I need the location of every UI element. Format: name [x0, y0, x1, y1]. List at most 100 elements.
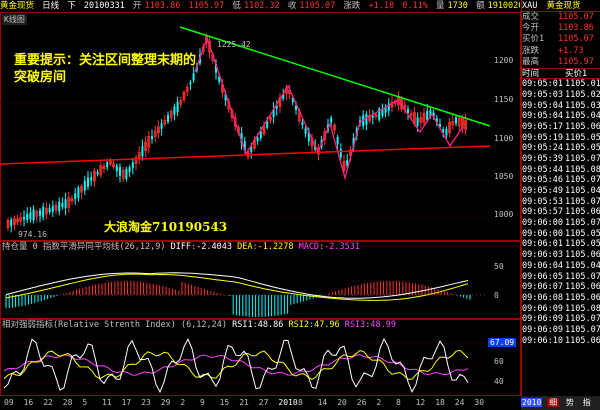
tick-col-time: 时间 — [522, 68, 540, 79]
tick-row: 09:05:19 1105.05 — [522, 133, 600, 144]
tick-price: 1105.06 — [565, 207, 600, 218]
candle-body — [131, 162, 134, 168]
tick-row: 09:06:05 1105.07 — [522, 272, 600, 283]
diff-label: DIFF — [170, 242, 192, 252]
candle-body — [330, 117, 333, 123]
tick-row: 09:06:07 1105.06 — [522, 282, 600, 293]
tick-time: 09:05:03 — [522, 89, 563, 100]
date-tick: 26 — [356, 398, 367, 407]
low-label: 低 — [232, 1, 241, 11]
macd-chart[interactable] — [0, 253, 521, 319]
tick-price: 1105.04 — [565, 260, 600, 271]
candle-body — [29, 212, 32, 220]
tick-time: 09:06:00 — [522, 228, 563, 239]
tick-time: 09:05:17 — [522, 121, 563, 132]
candle-body — [51, 206, 54, 212]
candle-body — [77, 187, 80, 199]
tick-price: 1105.07 — [565, 218, 600, 229]
date-tick: 2010 — [278, 398, 298, 407]
candle-body — [128, 167, 131, 172]
wave-pattern-line — [194, 36, 463, 181]
date-value: 20100331 — [83, 1, 125, 11]
tick-price: 1105.08 — [565, 303, 600, 314]
high-value: 1105.97 — [188, 1, 225, 11]
candle-body — [106, 161, 109, 168]
tick-row: 09:05:03 1105.02 — [522, 90, 600, 101]
peak-price-label: 1225.42 — [217, 40, 251, 49]
tick-row: 09:05:17 1105.06 — [522, 122, 600, 133]
tick-price: 1105.02 — [565, 89, 600, 100]
tick-time: 09:05:46 — [522, 175, 563, 186]
tick-time: 09:05:53 — [522, 196, 563, 207]
tick-row: 09:06:03 1105.06 — [522, 250, 600, 261]
period-label[interactable]: 日线 — [42, 1, 59, 11]
quote-row-label: 今开 — [522, 23, 540, 34]
tick-time: 09:05:19 — [522, 132, 563, 143]
symbol-name[interactable]: 黄金现货 — [0, 1, 34, 11]
notice-text: 重要提示：关注区间整理末期的 突破房间 — [14, 52, 196, 86]
tick-time: 09:05:01 — [522, 79, 563, 90]
tick-row: 09:05:53 1105.07 — [522, 197, 600, 208]
tick-row: 09:05:04 1105.04 — [522, 111, 600, 122]
candle-body — [151, 136, 153, 139]
candle-body — [259, 131, 262, 139]
dea-value: -1.2278 — [257, 242, 294, 252]
quote-row: 买价1 1105.07 — [522, 34, 600, 45]
rsi-chart[interactable] — [0, 331, 521, 396]
tick-time: 09:06:09 — [522, 324, 563, 335]
tick-time: 09:05:49 — [522, 186, 563, 196]
date-tick: 23 — [141, 398, 151, 407]
rsi3-value: 48.99 — [370, 320, 396, 330]
tab-year[interactable]: 2010 — [521, 398, 543, 407]
quote-row: 成交 1105.07 — [522, 12, 600, 23]
candle-body — [445, 128, 448, 136]
tick-row: 09:05:01 1105.01 — [522, 79, 600, 90]
tick-price: 1105.05 — [565, 239, 600, 250]
candle-body — [96, 171, 99, 175]
tab-trend[interactable]: 势 — [564, 398, 576, 407]
date-tick: 2 — [180, 398, 186, 407]
tick-row: 09:05:04 1105.03 — [522, 101, 600, 112]
tick-list[interactable]: 09:05:01 1105.01 09:05:03 1105.02 09:05:04 11… — [522, 79, 600, 346]
kline-chart[interactable] — [0, 12, 521, 241]
tick-row: 09:06:00 1105.07 — [522, 218, 600, 229]
tick-price: 1105.06 — [565, 250, 600, 261]
quote-header: 黄金现货 日线 下 20100331 开 1103.86 1105.97 低 110… — [0, 0, 520, 12]
tick-price: 1105.06 — [565, 121, 600, 132]
bottom-tabs: 2010 细 势 指 筹 — [521, 396, 600, 410]
tab-index[interactable]: 指 — [581, 398, 593, 407]
candle-body — [64, 199, 67, 209]
candle-body — [339, 149, 342, 158]
candle-body — [176, 101, 179, 112]
tick-time: 09:06:07 — [522, 282, 563, 293]
date-tick: 9 — [200, 398, 205, 407]
tick-row: 09:05:49 1105.04 — [522, 186, 600, 197]
tick-price: 1105.06 — [565, 282, 600, 293]
date-tick: 8 — [298, 398, 303, 407]
quote-row-value: 1103.86 — [558, 23, 594, 34]
tick-time: 09:06:04 — [522, 260, 563, 271]
low-value: 1102.32 — [243, 1, 280, 11]
date-tick: 12 — [415, 398, 426, 407]
tick-price: 1105.07 — [565, 271, 600, 282]
date-tick: 8 — [396, 398, 401, 407]
candle-body — [266, 121, 269, 128]
tab-detail[interactable]: 细 — [547, 398, 560, 407]
macd-tick-50: 50 — [494, 262, 504, 271]
candle-body — [336, 136, 339, 144]
candle-body — [256, 137, 259, 142]
tick-time: 09:06:03 — [522, 250, 563, 261]
tick-price: 1105.07 — [565, 196, 600, 207]
date-tick: 09 — [4, 398, 14, 407]
tick-row: 09:06:04 1105.04 — [522, 261, 600, 272]
tick-row: 09:05:46 1105.07 — [522, 175, 600, 186]
tick-row: 09:06:10 1105.06 — [522, 336, 600, 347]
quote-row-value: 1105.07 — [558, 12, 594, 22]
date-tick: 17 — [121, 398, 132, 407]
tick-time: 09:05:39 — [522, 153, 563, 164]
rsi-params: (6,12,24) — [180, 320, 228, 330]
candle-body — [304, 128, 307, 134]
tick-time: 09:06:01 — [522, 239, 563, 250]
tick-price: 1105.07 — [565, 175, 600, 186]
macd-tick-0: 0 — [494, 291, 499, 300]
